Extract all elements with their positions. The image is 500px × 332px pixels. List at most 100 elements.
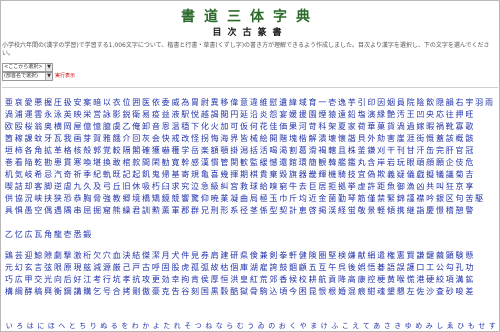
kanji-link[interactable]: 古 bbox=[141, 263, 151, 272]
kana-link[interactable]: て bbox=[361, 322, 372, 330]
kana-link[interactable]: ら bbox=[225, 322, 236, 330]
kanji-link[interactable]: 級 bbox=[210, 182, 220, 191]
kanji-link[interactable]: 県 bbox=[239, 251, 249, 260]
kanji-link[interactable]: 抗 bbox=[131, 275, 141, 284]
kanji-link[interactable]: 考 bbox=[92, 275, 102, 284]
kanji-link[interactable]: 痕 bbox=[357, 287, 367, 296]
kanji-link[interactable]: 掘 bbox=[92, 206, 102, 215]
kanji-link[interactable]: 臆 bbox=[102, 122, 112, 131]
kanji-link[interactable]: 因 bbox=[376, 98, 386, 107]
kanji-link[interactable]: 益 bbox=[161, 110, 171, 119]
kanji-link[interactable]: 慶 bbox=[425, 206, 435, 215]
kanji-link[interactable]: 温 bbox=[171, 122, 181, 131]
kanji-link[interactable]: 近 bbox=[308, 194, 318, 203]
kanji-link[interactable]: 玉 bbox=[269, 194, 279, 203]
kanji-link[interactable]: 冠 bbox=[464, 146, 474, 155]
kanji-link[interactable]: 訓 bbox=[141, 206, 151, 215]
kanji-link[interactable]: 演 bbox=[366, 110, 376, 119]
kanji-link[interactable]: 憾 bbox=[269, 158, 279, 167]
kana-link[interactable]: か bbox=[141, 322, 152, 330]
kanji-link[interactable]: 劾 bbox=[376, 134, 386, 143]
kanji-link[interactable]: 遠 bbox=[337, 110, 347, 119]
kanji-link[interactable]: 号 bbox=[102, 287, 112, 296]
kana-link[interactable]: む bbox=[235, 322, 246, 330]
kanji-link[interactable]: 琴 bbox=[347, 194, 357, 203]
kanji-link[interactable]: 継 bbox=[406, 206, 416, 215]
kanji-link[interactable]: 岡 bbox=[63, 122, 73, 131]
kana-link[interactable]: き bbox=[393, 322, 404, 330]
kanji-link[interactable]: 限 bbox=[53, 263, 63, 272]
kanji-link[interactable]: 繰 bbox=[122, 206, 132, 215]
kanji-link[interactable]: 歓 bbox=[239, 158, 249, 167]
kanji-link[interactable]: 許 bbox=[366, 182, 376, 191]
kanji-link[interactable]: 営 bbox=[92, 110, 102, 119]
kanji-link[interactable]: 狭 bbox=[53, 194, 63, 203]
kanji-link[interactable]: 寒 bbox=[73, 158, 83, 167]
kanji-link[interactable]: 介 bbox=[122, 134, 132, 143]
kanji-link[interactable]: 迎 bbox=[24, 251, 34, 260]
kanji-link[interactable]: 隙 bbox=[43, 251, 53, 260]
kanji-link[interactable]: 喉 bbox=[396, 275, 406, 284]
kanji-link[interactable]: 貫 bbox=[63, 158, 73, 167]
kanji-link[interactable]: 峡 bbox=[33, 194, 43, 203]
kanji-link[interactable]: 警 bbox=[464, 206, 474, 215]
kanji-link[interactable]: 行 bbox=[102, 275, 112, 284]
kanji-link[interactable]: 好 bbox=[73, 275, 83, 284]
kanji-link[interactable]: 款 bbox=[131, 158, 141, 167]
kanji-link[interactable]: 甘 bbox=[406, 146, 416, 155]
kanji-link[interactable]: 孝 bbox=[122, 275, 132, 284]
kanji-link[interactable]: 越 bbox=[200, 110, 210, 119]
kanji-link[interactable]: 慣 bbox=[210, 158, 220, 167]
kanji-link[interactable]: 碁 bbox=[376, 263, 386, 272]
kanji-link[interactable]: 悦 bbox=[190, 110, 200, 119]
kanji-link[interactable]: 簡 bbox=[308, 158, 318, 167]
kanji-link[interactable]: 皆 bbox=[239, 134, 249, 143]
kanji-link[interactable]: 懇 bbox=[396, 287, 406, 296]
kana-link[interactable]: も bbox=[466, 322, 477, 330]
kanji-link[interactable]: 郷 bbox=[122, 194, 132, 203]
kanji-link[interactable]: 街 bbox=[415, 134, 425, 143]
kanji-link[interactable]: 去 bbox=[298, 182, 308, 191]
kanji-link[interactable]: 圧 bbox=[53, 98, 63, 107]
kanji-link[interactable]: 缶 bbox=[425, 146, 435, 155]
kanji-link[interactable]: 現 bbox=[73, 263, 83, 272]
kanji-link[interactable]: 月 bbox=[161, 251, 171, 260]
kanji-link[interactable]: 喜 bbox=[210, 170, 220, 179]
kanji-link[interactable]: 各 bbox=[24, 146, 34, 155]
kanji-link[interactable]: 我 bbox=[63, 134, 73, 143]
kanji-link[interactable]: 熊 bbox=[112, 206, 122, 215]
kanji-link[interactable]: 侯 bbox=[200, 275, 210, 284]
kanji-link[interactable]: 懸 bbox=[464, 251, 474, 260]
kanji-link[interactable]: 恐 bbox=[63, 194, 73, 203]
kanji-link[interactable]: 憩 bbox=[455, 206, 465, 215]
kanji-link[interactable]: 賢 bbox=[406, 251, 416, 260]
kanji-link[interactable]: 紀 bbox=[92, 170, 102, 179]
kanji-link[interactable]: 鎌 bbox=[366, 146, 376, 155]
kanji-link[interactable]: 雨 bbox=[484, 98, 494, 107]
kanji-link[interactable]: 賀 bbox=[92, 134, 102, 143]
kanji-link[interactable]: 競 bbox=[171, 194, 181, 203]
kana-link[interactable]: ふ bbox=[330, 322, 341, 330]
kanji-link[interactable]: 勧 bbox=[161, 158, 171, 167]
kanji-link[interactable]: 昆 bbox=[308, 287, 318, 296]
kanji-link[interactable]: 五 bbox=[308, 263, 318, 272]
kanji-link[interactable]: 休 bbox=[131, 182, 141, 191]
kanji-link[interactable]: 液 bbox=[171, 110, 181, 119]
kanji-link[interactable]: 壱 bbox=[327, 98, 337, 107]
kanji-link[interactable]: 管 bbox=[220, 158, 230, 167]
kanji-link[interactable]: 緩 bbox=[259, 158, 269, 167]
kanji-link[interactable]: 雇 bbox=[259, 263, 269, 272]
kanji-link[interactable]: 卸 bbox=[141, 122, 151, 131]
kanji-link[interactable]: 型 bbox=[269, 206, 279, 215]
kanji-link[interactable]: 館 bbox=[288, 158, 298, 167]
kanji-link[interactable]: 攻 bbox=[141, 275, 151, 284]
kanji-link[interactable]: 券 bbox=[200, 251, 210, 260]
kanji-link[interactable]: 径 bbox=[239, 206, 249, 215]
kanji-link[interactable]: 区 bbox=[445, 194, 455, 203]
kanji-link[interactable]: 奥 bbox=[43, 122, 53, 131]
kanji-link[interactable]: 家 bbox=[347, 122, 357, 131]
kanji-link[interactable]: 肩 bbox=[210, 251, 220, 260]
kanji-link[interactable]: 価 bbox=[278, 122, 288, 131]
kanji-link[interactable]: 乾 bbox=[33, 158, 43, 167]
kanji-link[interactable]: 祈 bbox=[73, 170, 83, 179]
